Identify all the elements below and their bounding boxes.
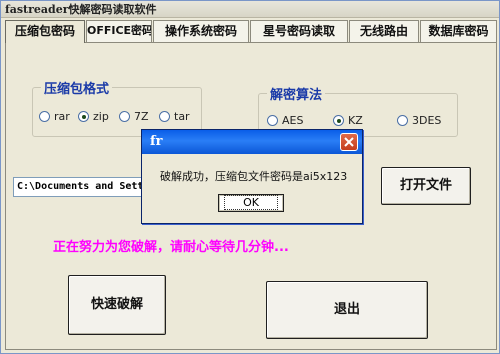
tab-os-password[interactable]: 操作系统密码 (153, 20, 249, 42)
radio-circle-icon (39, 111, 50, 122)
radio-circle-icon (397, 115, 408, 126)
radio-circle-icon (267, 115, 278, 126)
radio-7z-label: 7Z (134, 110, 149, 123)
tab-strip: 压缩包密码 OFFICE密码 操作系统密码 星号密码读取 无线路由 数据库密码 (5, 20, 497, 43)
radio-7z[interactable]: 7Z (119, 110, 149, 123)
tab-database-password[interactable]: 数据库密码 (420, 20, 497, 42)
radio-kz-label: KZ (348, 114, 363, 127)
dialog-message: 破解成功，压缩包文件密码是ai5x123 (160, 170, 348, 183)
radio-tar[interactable]: tar (159, 110, 190, 123)
exit-button[interactable]: 退出 (266, 281, 428, 339)
radio-selected-icon (333, 115, 344, 126)
radio-kz[interactable]: KZ (333, 114, 363, 127)
result-dialog: fr 破解成功，压缩包文件密码是ai5x123 OK (141, 129, 363, 224)
radio-rar-label: rar (54, 110, 70, 123)
close-icon[interactable] (340, 133, 358, 151)
radio-selected-icon (78, 111, 89, 122)
algorithm-group-label: 解密算法 (267, 84, 326, 103)
quick-crack-button[interactable]: 快速破解 (68, 275, 166, 335)
ok-button-label: OK (224, 195, 278, 210)
radio-3des-label: 3DES (412, 114, 442, 127)
open-file-button[interactable]: 打开文件 (381, 167, 471, 205)
radio-circle-icon (119, 111, 130, 122)
radio-circle-icon (159, 111, 170, 122)
app-window: fastreader快解密码读取软件 压缩包密码 OFFICE密码 操作系统密码… (0, 0, 500, 354)
status-message: 正在努力为您破解，请耐心等待几分钟... (53, 240, 289, 255)
ok-button[interactable]: OK (218, 194, 284, 212)
file-path-input[interactable]: C:\Documents and Settings (13, 177, 147, 197)
radio-3des[interactable]: 3DES (397, 114, 441, 127)
radio-rar[interactable]: rar (39, 110, 70, 123)
format-group-label: 压缩包格式 (41, 78, 113, 97)
radio-aes[interactable]: AES (267, 114, 303, 127)
radio-zip[interactable]: zip (78, 110, 109, 123)
dialog-title: fr (142, 130, 362, 154)
tab-archive-password[interactable]: 压缩包密码 (5, 20, 85, 43)
radio-aes-label: AES (282, 114, 304, 127)
radio-tar-label: tar (174, 110, 190, 123)
radio-zip-label: zip (93, 110, 109, 123)
window-title: fastreader快解密码读取软件 (1, 1, 499, 18)
tab-wireless-router[interactable]: 无线路由 (349, 20, 419, 42)
tab-asterisk-password[interactable]: 星号密码读取 (250, 20, 348, 42)
tab-office-password[interactable]: OFFICE密码 (86, 20, 152, 42)
